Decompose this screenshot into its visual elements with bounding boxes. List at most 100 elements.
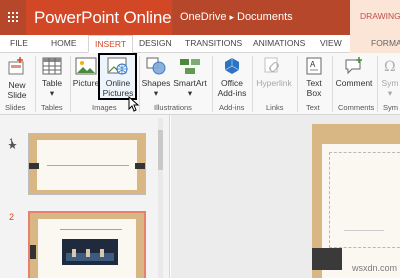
shapes-icon: [146, 57, 166, 75]
ribbon-divider: [212, 56, 213, 112]
transition-star-icon: [8, 141, 17, 149]
svg-text:Ω: Ω: [384, 59, 396, 75]
group-illustrations-label: Illustrations: [154, 103, 192, 112]
comment-button[interactable]: Comment: [334, 53, 374, 101]
ribbon-divider: [332, 56, 333, 112]
breadcrumb: OneDrive ▸ Documents: [172, 0, 350, 35]
waffle-icon: [8, 12, 18, 22]
office-addins-icon: [224, 58, 240, 74]
slide-dark-band: [312, 248, 342, 270]
breadcrumb-documents[interactable]: Documents: [237, 11, 293, 23]
tab-transitions[interactable]: TRANSITIONS: [185, 38, 242, 48]
symbol-label: Sym: [381, 78, 399, 88]
table-dropdown-arrow: ▾: [49, 88, 55, 98]
smartart-dropdown-arrow: ▾: [187, 88, 193, 98]
comment-icon: [345, 57, 362, 75]
current-slide-canvas[interactable]: [312, 124, 400, 278]
app-launcher-button[interactable]: [0, 0, 26, 35]
text-box-label-2: Box: [306, 88, 322, 98]
group-images-label: Images: [92, 103, 117, 112]
tab-view[interactable]: VIEW: [320, 38, 342, 48]
slide-thumbnail-2[interactable]: [28, 211, 146, 278]
symbol-dropdown-arrow: ▾: [387, 88, 393, 98]
slide-title-line: [47, 165, 129, 166]
smartart-button[interactable]: SmartArt ▾: [172, 53, 208, 101]
group-tables-label: Tables: [41, 103, 63, 112]
slide-title-line: [60, 229, 122, 230]
slides-pane-scrollbar[interactable]: [158, 118, 163, 278]
slides-pane: 1 2: [0, 115, 170, 278]
slide-title-band-left: [29, 163, 39, 169]
slide-thumbnail-1[interactable]: [28, 133, 146, 195]
tab-home[interactable]: HOME: [51, 38, 77, 48]
new-slide-button[interactable]: New Slide: [3, 53, 31, 101]
table-button[interactable]: Table ▾: [38, 53, 66, 101]
image-figure: [100, 249, 104, 257]
group-addins-label: Add-ins: [219, 103, 245, 112]
drawing-tools-context: DRAWING TO: [350, 0, 400, 35]
shapes-label: Shapes: [141, 78, 171, 88]
placeholder-line: [344, 230, 384, 231]
smartart-label: SmartArt: [173, 78, 207, 88]
tab-file[interactable]: FILE: [10, 38, 28, 48]
hyperlink-button[interactable]: Hyperlink: [254, 53, 294, 101]
slide-editor: [171, 115, 400, 278]
ribbon: New Slide Slides Table ▾ Tables Picture: [0, 53, 400, 115]
shapes-dropdown-arrow: ▾: [153, 88, 159, 98]
smartart-icon: [180, 59, 200, 74]
group-comments-label: Comments: [338, 103, 375, 112]
ribbon-divider: [70, 56, 71, 112]
scrollbar-thumb[interactable]: [158, 130, 163, 170]
group-text-label: Text: [306, 103, 320, 112]
office-addins-button[interactable]: Office Add-ins: [214, 53, 250, 101]
comment-label: Comment: [335, 78, 373, 88]
slide-number-2: 2: [9, 212, 15, 222]
picture-button[interactable]: Picture: [72, 53, 100, 101]
drawing-tools-label: DRAWING TO: [360, 11, 400, 21]
group-slides-label: Slides: [5, 103, 26, 112]
table-icon: [42, 57, 62, 75]
ribbon-divider: [377, 56, 378, 112]
group-links-label: Links: [266, 103, 284, 112]
breadcrumb-separator: ▸: [229, 12, 234, 22]
ribbon-tabs: FILE HOME INSERT DESIGN TRANSITIONS ANIM…: [0, 35, 400, 53]
online-pictures-button[interactable]: Online Pictures: [100, 53, 136, 101]
slide-dark-band: [30, 245, 36, 259]
table-label: Table: [41, 78, 63, 88]
slide-image-placeholder: [62, 239, 118, 265]
text-box-button[interactable]: A Text Box: [299, 53, 329, 101]
app-title[interactable]: PowerPoint Online: [34, 8, 172, 28]
hyperlink-label: Hyperlink: [256, 78, 292, 88]
symbol-icon: Ω: [384, 59, 396, 75]
ribbon-divider: [297, 56, 298, 112]
breadcrumb-onedrive[interactable]: OneDrive: [180, 11, 226, 23]
tab-design[interactable]: DESIGN: [139, 38, 172, 48]
tab-insert[interactable]: INSERT: [88, 35, 134, 53]
image-figure: [86, 249, 90, 257]
text-box-icon: A: [306, 57, 322, 75]
watermark: wsxdn.com: [352, 263, 398, 273]
symbol-button[interactable]: Ω Sym ▾: [380, 53, 400, 101]
image-figure: [72, 249, 76, 257]
slide-title-band-right: [135, 163, 145, 169]
svg-text:A: A: [310, 60, 316, 69]
text-box-label-1: Text: [306, 78, 322, 88]
new-slide-label-1: New: [8, 80, 26, 90]
ribbon-divider: [252, 56, 253, 112]
new-slide-icon: [8, 57, 24, 75]
ribbon-divider: [35, 56, 36, 112]
group-symbols-label: Sym: [383, 103, 398, 112]
office-addins-label-1: Office: [220, 78, 244, 88]
shapes-button[interactable]: Shapes ▾: [141, 53, 171, 101]
online-pictures-label-1: Online: [105, 78, 131, 88]
picture-label: Picture: [72, 78, 100, 88]
tab-format[interactable]: FORMAT: [371, 38, 400, 48]
online-pictures-icon: [107, 57, 128, 75]
content-placeholder[interactable]: [329, 152, 400, 248]
hyperlink-icon: [264, 57, 279, 73]
office-addins-label-2: Add-ins: [217, 88, 247, 98]
tab-animations[interactable]: ANIMATIONS: [253, 38, 305, 48]
mouse-pointer-icon: [128, 96, 140, 112]
title-bar: PowerPoint Online OneDrive ▸ Documents DRA…: [0, 0, 400, 35]
new-slide-label-2: Slide: [7, 90, 27, 100]
